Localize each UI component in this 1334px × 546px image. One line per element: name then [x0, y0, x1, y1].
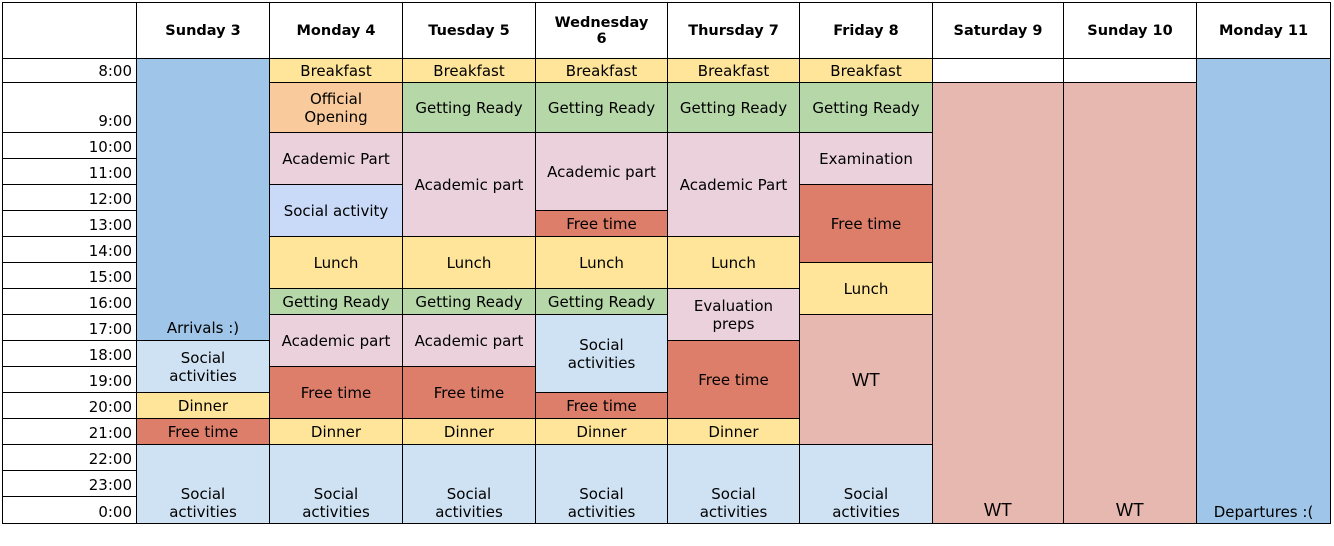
event-lunch: Lunch — [667, 236, 800, 289]
schedule-table: Sunday 3 Monday 4 Tuesday 5 Wednesday 6 Thur… — [2, 2, 1331, 543]
time-label: 18:00 — [2, 340, 137, 367]
time-label: 23:00 — [2, 470, 137, 497]
event-lunch: Lunch — [269, 236, 403, 289]
time-label: 22:00 — [2, 444, 137, 471]
event-examination: Examination — [799, 132, 933, 185]
event-dinner: Dinner — [402, 418, 536, 445]
event-getting-ready: Getting Ready — [667, 82, 800, 133]
event-academic-part: Academic part — [269, 314, 403, 367]
time-label: 17:00 — [2, 314, 137, 341]
day-header-wednesday-6: Wednesday 6 — [535, 2, 668, 59]
time-label: 14:00 — [2, 236, 137, 263]
event-dinner: Dinner — [269, 418, 403, 445]
event-getting-ready: Getting Ready — [269, 288, 403, 315]
event-social-activities: Social activities — [269, 444, 403, 524]
event-free-time: Free time — [799, 184, 933, 263]
event-dinner: Dinner — [667, 418, 800, 445]
event-social-activities: Social activities — [535, 444, 668, 524]
time-label: 20:00 — [2, 392, 137, 419]
time-label: 11:00 — [2, 158, 137, 185]
event-academic-part: Academic part — [535, 132, 668, 211]
time-label: 10:00 — [2, 132, 137, 159]
event-social-activities: Social activities — [402, 444, 536, 524]
day-header-saturday-9: Saturday 9 — [932, 2, 1064, 59]
event-free-time: Free time — [535, 392, 668, 419]
time-label: 12:00 — [2, 184, 137, 211]
event-official-opening: Official Opening — [269, 82, 403, 133]
event-academic-part: Academic Part — [269, 132, 403, 185]
time-label: 19:00 — [2, 366, 137, 393]
empty-cell — [932, 58, 1064, 83]
event-academic-part: Academic part — [402, 132, 536, 237]
day-header-sunday-10: Sunday 10 — [1063, 2, 1197, 59]
time-label: 15:00 — [2, 262, 137, 289]
time-label: 9:00 — [2, 82, 137, 133]
event-social-activities: Social activities — [799, 444, 933, 524]
time-label: 8:00 — [2, 58, 137, 83]
day-header-thursday-7: Thursday 7 — [667, 2, 800, 59]
event-social-activities: Social activities — [136, 340, 270, 393]
day-header-tuesday-5: Tuesday 5 — [402, 2, 536, 59]
event-breakfast: Breakfast — [667, 58, 800, 83]
event-wt: WT — [799, 314, 933, 445]
event-getting-ready: Getting Ready — [535, 288, 668, 315]
corner-cell — [2, 2, 137, 59]
time-label: 13:00 — [2, 210, 137, 237]
event-getting-ready: Getting Ready — [535, 82, 668, 133]
event-free-time: Free time — [136, 418, 270, 445]
event-free-time: Free time — [269, 366, 403, 419]
event-lunch: Lunch — [402, 236, 536, 289]
event-breakfast: Breakfast — [402, 58, 536, 83]
day-header-monday-4: Monday 4 — [269, 2, 403, 59]
event-breakfast: Breakfast — [269, 58, 403, 83]
event-wt: WT — [932, 82, 1064, 524]
event-academic-part: Academic part — [402, 314, 536, 367]
time-label: 21:00 — [2, 418, 137, 445]
event-breakfast: Breakfast — [799, 58, 933, 83]
event-getting-ready: Getting Ready — [402, 82, 536, 133]
day-header-friday-8: Friday 8 — [799, 2, 933, 59]
event-evaluation-preps: Evaluation preps — [667, 288, 800, 341]
event-free-time: Free time — [402, 366, 536, 419]
event-getting-ready: Getting Ready — [799, 82, 933, 133]
event-dinner: Dinner — [535, 418, 668, 445]
time-label: 0:00 — [2, 496, 137, 524]
event-free-time: Free time — [667, 340, 800, 419]
day-header-monday-11: Monday 11 — [1196, 2, 1331, 59]
event-wt: WT — [1063, 82, 1197, 524]
day-header-sunday-3: Sunday 3 — [136, 2, 270, 59]
empty-cell — [1063, 58, 1197, 83]
event-social-activities: Social activities — [667, 444, 800, 524]
event-getting-ready: Getting Ready — [402, 288, 536, 315]
event-breakfast: Breakfast — [535, 58, 668, 83]
event-social-activities: Social activities — [535, 314, 668, 393]
event-lunch: Lunch — [799, 262, 933, 315]
time-label: 16:00 — [2, 288, 137, 315]
event-dinner: Dinner — [136, 392, 270, 419]
event-lunch: Lunch — [535, 236, 668, 289]
event-academic-part: Academic Part — [667, 132, 800, 237]
event-free-time: Free time — [535, 210, 668, 237]
event-departures: Departures :( — [1196, 58, 1331, 524]
event-social-activities: Social activities — [136, 444, 270, 524]
event-arrivals: Arrivals :) — [136, 58, 270, 341]
event-social-activity: Social activity — [269, 184, 403, 237]
